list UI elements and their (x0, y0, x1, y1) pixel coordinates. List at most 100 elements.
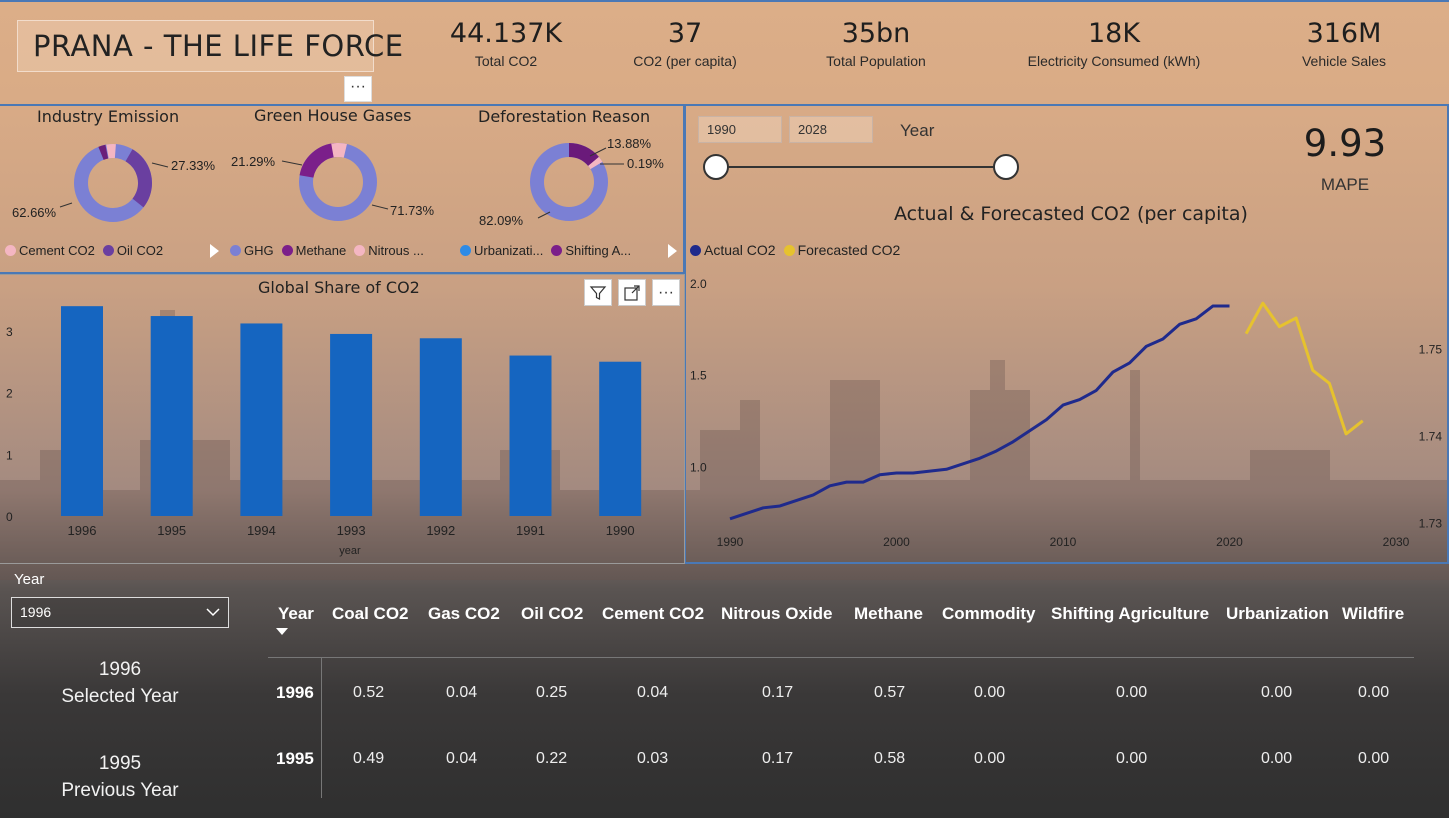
legend-dot (783, 244, 795, 256)
page-title: PRANA - THE LIFE FORCE (33, 29, 404, 63)
table-header[interactable]: Cement CO2 (602, 604, 704, 624)
table-cell: 0.22 (536, 750, 568, 767)
legend-dot (690, 244, 701, 256)
y-tick-label: 0 (6, 510, 13, 524)
legend-next-arrow-icon[interactable] (210, 244, 219, 258)
kpi-label: Vehicle Sales (1301, 53, 1387, 69)
pct-label: 71.73% (390, 203, 435, 218)
table-cell: 0.00 (1116, 684, 1148, 701)
slicer-label: Year (900, 121, 935, 140)
tick-label: 2.0 (690, 277, 707, 291)
legend-item[interactable]: Nitrous ... (354, 243, 424, 258)
table-header[interactable]: Gas CO2 (428, 604, 500, 624)
bar-chart: 0 1 2 3 1996 1995 1994 1993 1992 1991 1990 year (6, 306, 642, 557)
table-header[interactable]: Shifting Agriculture (1051, 604, 1209, 624)
y-tick-label: 1 (6, 448, 13, 462)
legend-label: Forecasted CO2 (797, 242, 901, 258)
leader-lines (59, 162, 169, 208)
legend-item[interactable]: Methane (281, 243, 346, 258)
legend-ghg: GHG Methane Nitrous ... (230, 243, 430, 258)
actual-co2-line[interactable] (729, 304, 1230, 521)
table-header[interactable]: Commodity (942, 604, 1036, 624)
kpi-electricity: 18K Electricity Consumed (kWh) (1018, 18, 1210, 69)
legend-label: Urbanizati... (474, 243, 544, 258)
bar[interactable] (150, 316, 193, 516)
legend-dot (230, 245, 241, 256)
donut-title-deforestation: Deforestation Reason (478, 107, 651, 126)
tick-label: 1.73 (1419, 517, 1443, 531)
legend-label: Nitrous ... (368, 243, 424, 258)
x-tick-label: 1994 (247, 523, 276, 538)
table-cell: 0.00 (1358, 750, 1390, 767)
tick-label: 2030 (1383, 535, 1410, 549)
table-column-divider (321, 658, 322, 798)
kpi-value: 18K (1087, 18, 1141, 49)
table-header[interactable]: Coal CO2 (332, 604, 409, 624)
table-cell: 0.04 (446, 684, 478, 701)
table-cell: 0.17 (762, 750, 794, 767)
x-tick-label: 1991 (516, 523, 545, 538)
year-dropdown[interactable]: 1996 (11, 597, 229, 628)
slider-start-handle[interactable] (703, 154, 729, 180)
table-cell: 0.04 (446, 750, 478, 767)
bar[interactable] (599, 361, 642, 516)
kpi-value: 44.137K (449, 18, 563, 49)
table-header[interactable]: Nitrous Oxide (721, 604, 832, 624)
table-header[interactable]: Oil CO2 (521, 604, 583, 624)
slicer-start-input[interactable]: 1990 (698, 116, 782, 143)
bar[interactable] (330, 333, 373, 516)
table-header[interactable]: Year (278, 604, 314, 624)
tick-label: 2010 (1050, 535, 1077, 549)
line-chart-title: Actual & Forecasted CO2 (per capita) (894, 203, 1248, 225)
donut-title-industry: Industry Emission (37, 107, 180, 126)
x-axis-label: year (339, 545, 361, 557)
legend-item[interactable]: Forecasted CO2 (783, 242, 901, 258)
legend-item[interactable]: Oil CO2 (102, 243, 163, 258)
table-header[interactable]: Wildfire (1342, 604, 1404, 624)
y-tick-label: 3 (6, 325, 13, 339)
legend-item[interactable]: Actual CO2 (690, 242, 776, 258)
line-legend: Actual CO2 Forecasted CO2 (690, 242, 906, 258)
kpi-label: Electricity Consumed (kWh) (1027, 53, 1201, 69)
table-cell: 0.00 (1358, 684, 1390, 701)
table-row-year: 1995 (276, 749, 314, 768)
pct-label: 21.29% (231, 154, 276, 169)
table-cell: 0.03 (637, 750, 669, 767)
mape-label: MAPE (1320, 175, 1370, 194)
table-cell: 0.17 (762, 684, 794, 701)
tick-label: 1.5 (690, 369, 707, 383)
line-chart: 1.0 1.5 2.0 1.73 1.74 1.75 1990 2000 2010 2020 203… (690, 277, 1443, 549)
legend-industry: Cement CO2 Oil CO2 (5, 243, 169, 258)
legend-dot (460, 245, 471, 256)
legend-dot (354, 245, 366, 256)
legend-item[interactable]: Urbanizati... (460, 243, 543, 258)
more-options-button[interactable]: ··· (344, 76, 372, 102)
table-header[interactable]: Methane (854, 604, 923, 624)
filter-icon (589, 285, 607, 300)
row-label-year: 1996 (98, 659, 142, 680)
sort-desc-icon[interactable] (276, 628, 288, 635)
donut-title-ghg: Green House Gases (254, 106, 412, 125)
table-cell: 0.58 (874, 750, 906, 767)
bar[interactable] (240, 323, 283, 516)
legend-item[interactable]: Cement CO2 (5, 243, 95, 258)
slider-end-handle[interactable] (993, 154, 1019, 180)
row-label-desc: Previous Year (61, 780, 179, 801)
bar[interactable] (509, 355, 552, 516)
kpi-value: 35bn (841, 18, 911, 49)
legend-item[interactable]: GHG (230, 243, 274, 258)
tick-label: 1.74 (1419, 430, 1443, 444)
bar[interactable] (419, 338, 462, 516)
legend-next-arrow-icon[interactable] (668, 244, 677, 258)
x-tick-label: 1993 (337, 523, 366, 538)
chevron-down-icon (206, 608, 220, 617)
table-header[interactable]: Urbanization (1226, 604, 1329, 624)
kpi-total-co2: 44.137K Total CO2 (440, 18, 572, 69)
legend-dot (551, 245, 563, 256)
slider-track[interactable] (716, 166, 1006, 168)
legend-dot (5, 245, 16, 256)
slicer-end-input[interactable]: 2028 (789, 116, 873, 143)
forecasted-co2-line[interactable] (1244, 301, 1364, 436)
legend-item[interactable]: Shifting A... (551, 243, 631, 258)
bar[interactable] (61, 306, 103, 516)
